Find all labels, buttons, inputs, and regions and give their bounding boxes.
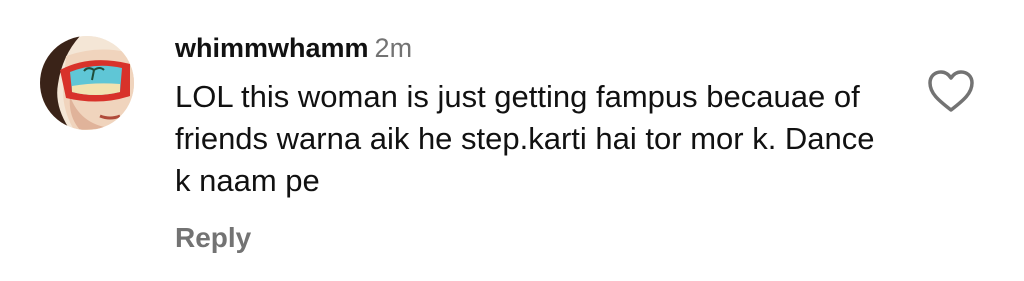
comment-body: whimmwhamm 2m LOL this woman is just gett… [175,28,895,256]
username[interactable]: whimmwhamm [175,33,369,63]
reply-button[interactable]: Reply [175,220,251,256]
heart-outline-icon [928,70,974,112]
timestamp: 2m [374,33,413,63]
comment-text: LOL this woman is just getting fampus be… [175,79,875,198]
avatar-illustration [40,36,134,130]
comment-meta: whimmwhamm 2m [175,28,895,68]
comment-item: whimmwhamm 2m LOL this woman is just gett… [0,0,1024,281]
like-button[interactable] [926,68,976,114]
avatar[interactable] [40,36,134,130]
